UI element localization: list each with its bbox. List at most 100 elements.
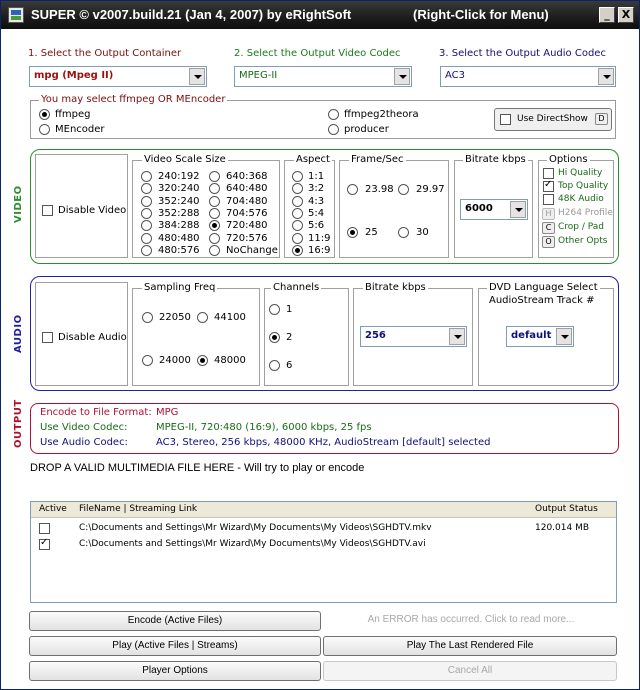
channel-radio-2[interactable] — [269, 332, 280, 343]
scale-640x368-label: 640:368 — [226, 171, 268, 182]
sampling-group: Sampling Freq — [132, 282, 260, 386]
encode-button[interactable]: Encode (Active Files) — [29, 611, 321, 631]
producer-radio[interactable] — [328, 124, 339, 135]
output-format-value: MPG — [156, 407, 179, 418]
aspect-11x9-radio[interactable] — [292, 232, 303, 244]
video-codec-select[interactable]: MPEG-II — [234, 66, 412, 87]
scale-240x192-radio[interactable] — [141, 171, 152, 182]
channel-radio-1[interactable] — [269, 304, 280, 315]
directshow-checkbox[interactable] — [500, 114, 511, 125]
directshow-label: Use DirectShow — [517, 114, 588, 124]
file-name-2[interactable]: C:\Documents and Settings\Mr Wizard\My D… — [79, 539, 426, 549]
scale-352x240-radio[interactable] — [141, 195, 152, 207]
aspect-4x3-radio[interactable] — [292, 195, 303, 207]
scale-704x576-radio[interactable] — [209, 207, 220, 219]
fps-title: Frame/Sec — [349, 154, 406, 165]
fps-radio-29-97[interactable] — [398, 184, 409, 195]
audio-codec-select[interactable]: AC3 — [440, 66, 616, 87]
aspect-3x2-label: 3:2 — [308, 183, 325, 195]
ffmpeg2theora-radio[interactable] — [328, 109, 339, 120]
chevron-down-icon[interactable] — [510, 201, 526, 218]
scale-nochange-radio[interactable] — [209, 244, 220, 256]
top-quality-checkbox[interactable] — [543, 179, 554, 192]
chevron-down-icon[interactable] — [598, 68, 614, 85]
scale-352x288-radio[interactable] — [141, 207, 152, 219]
sampling-label-22050: 22050 — [159, 312, 191, 323]
fps-radio-25[interactable] — [347, 227, 358, 238]
sampling-radio-48000[interactable] — [197, 355, 208, 366]
menu-hint: (Right-Click for Menu) — [413, 7, 549, 22]
scale-704x480-radio[interactable] — [209, 195, 220, 207]
video-codec-step-label: 2. Select the Output Video Codec — [234, 48, 401, 59]
directshow-button[interactable]: Use DirectShow D — [494, 108, 612, 131]
minimize-button[interactable]: _ — [599, 7, 615, 23]
channel-radio-6[interactable] — [269, 360, 280, 371]
fps-label-30: 30 — [416, 227, 429, 238]
output-section-label: OUTPUT — [13, 399, 24, 448]
cancel-all-button[interactable]: Cancel All — [323, 661, 617, 681]
file-list-header: Active FileName | Streaming Link Output … — [31, 502, 616, 518]
file-name-1[interactable]: C:\Documents and Settings\Mr Wizard\My D… — [79, 523, 432, 533]
header-active[interactable]: Active — [39, 504, 67, 514]
fps-radio-30[interactable] — [398, 227, 409, 238]
error-message-button[interactable]: An ERROR has occurred. Click to read mor… — [325, 611, 617, 631]
file-list[interactable]: Active FileName | Streaming Link Output … — [30, 501, 617, 603]
other-opts-key[interactable]: O — [542, 236, 555, 248]
chevron-down-icon[interactable] — [394, 68, 410, 85]
aspect-16x9-radio[interactable] — [292, 244, 303, 256]
channels-title: Channels — [271, 282, 322, 293]
sampling-radio-44100[interactable] — [197, 312, 208, 323]
dvd-language-select[interactable]: default — [506, 326, 574, 347]
48k-audio-checkbox[interactable] — [543, 194, 554, 205]
scale-640x480-label: 640:480 — [226, 183, 268, 195]
audio-bitrate-select[interactable]: 256 — [360, 326, 467, 347]
sampling-radio-22050[interactable] — [142, 312, 153, 323]
crop-pad-key[interactable]: C — [542, 222, 555, 234]
super-window: SUPER © v2007.build.21 (Jan 4, 2007) by … — [0, 0, 640, 690]
fps-radio-23-98[interactable] — [347, 184, 358, 195]
channel-label-2: 2 — [286, 332, 293, 343]
disable-video-checkbox[interactable] — [42, 205, 53, 216]
mencoder-radio[interactable] — [39, 124, 50, 135]
disable-video-label: Disable Video — [58, 205, 127, 216]
scale-480x480-radio[interactable] — [141, 232, 152, 244]
header-output-status[interactable]: Output Status — [535, 504, 598, 514]
container-select[interactable]: mpg (Mpeg II) — [29, 66, 207, 87]
play-button[interactable]: Play (Active Files | Streams) — [29, 636, 321, 656]
disable-audio-checkbox[interactable] — [42, 332, 53, 343]
channel-label-1: 1 — [286, 304, 293, 315]
player-options-button[interactable]: Player Options — [29, 661, 321, 681]
scale-720x576-radio[interactable] — [209, 232, 220, 244]
hi-quality-checkbox[interactable] — [543, 168, 554, 179]
file-status-1: 120.014 MB — [535, 523, 590, 533]
file-active-checkbox-1[interactable] — [39, 523, 50, 534]
play-last-rendered-button[interactable]: Play The Last Rendered File — [323, 636, 617, 656]
dvd-language-subtitle: AudioStream Track # — [489, 295, 595, 306]
chevron-down-icon[interactable] — [556, 328, 572, 345]
scale-720x480-label: 720:480 — [226, 220, 268, 232]
aspect-5x4-radio[interactable] — [292, 207, 303, 219]
chevron-down-icon[interactable] — [189, 68, 205, 85]
ffmpeg2theora-label: ffmpeg2theora — [344, 109, 419, 120]
audio-bitrate-value: 256 — [365, 330, 386, 341]
sampling-label-24000: 24000 — [159, 355, 191, 366]
header-filename[interactable]: FileName | Streaming Link — [79, 504, 197, 514]
output-format-label: Encode to File Format: — [40, 407, 152, 418]
scale-640x368-radio[interactable] — [209, 171, 220, 182]
sampling-radio-24000[interactable] — [142, 355, 153, 366]
aspect-title: Aspect — [294, 154, 332, 165]
scale-720x576-label: 720:576 — [226, 232, 268, 244]
file-active-checkbox-2[interactable] — [39, 537, 50, 550]
other-opts-label: Other Opts — [558, 236, 608, 246]
output-audio-value: AC3, Stereo, 256 kbps, 48000 KHz, AudioS… — [156, 437, 491, 448]
ffmpeg-radio[interactable] — [39, 109, 50, 120]
close-button[interactable]: X — [618, 7, 634, 23]
chevron-down-icon[interactable] — [449, 328, 465, 345]
aspect-16x9-label: 16:9 — [308, 244, 331, 256]
output-audio-label: Use Audio Codec: — [40, 437, 128, 448]
scale-480x576-radio[interactable] — [141, 244, 152, 256]
video-bitrate-select[interactable]: 6000 — [460, 199, 528, 220]
h264-profile-key[interactable]: H — [542, 208, 555, 220]
aspect-1x1-radio[interactable] — [292, 171, 303, 182]
title-bar[interactable]: SUPER © v2007.build.21 (Jan 4, 2007) by … — [1, 1, 639, 29]
